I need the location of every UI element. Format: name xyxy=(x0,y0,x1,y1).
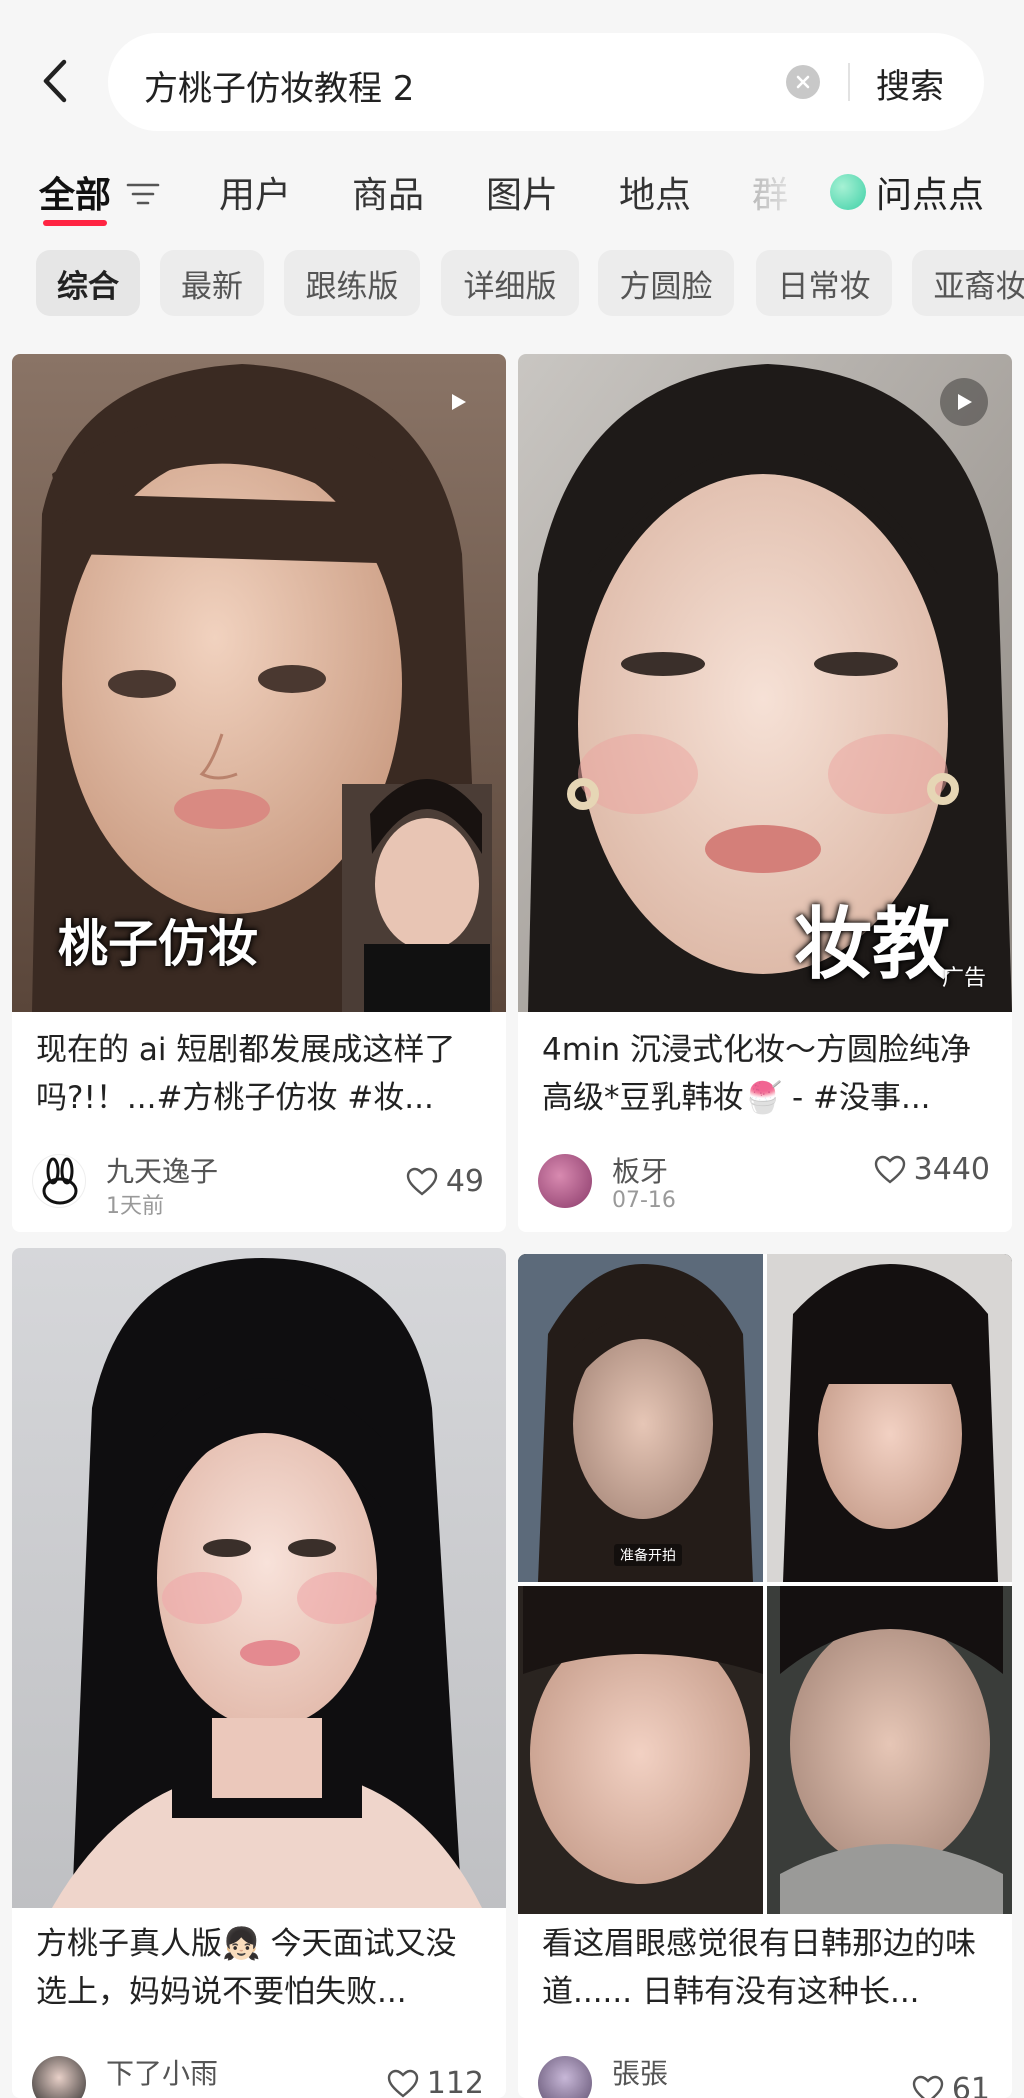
cover-image[interactable] xyxy=(12,1248,506,1908)
like-button[interactable]: 61 xyxy=(912,2072,990,2098)
ask-ai-label: 问点点 xyxy=(876,175,985,216)
tab-images[interactable]: 图片 xyxy=(486,166,558,218)
avatar[interactable] xyxy=(32,2056,86,2098)
author-name[interactable]: 張張 xyxy=(612,2052,668,2092)
filter-chips: 综合 最新 跟练版 详细版 方圆脸 日常妆 亚裔妆 xyxy=(0,250,1024,316)
like-count: 3440 xyxy=(913,1152,990,1187)
note-card[interactable]: 方桃子真人版👧🏻 今天面试又没选上，妈妈说不要怕失败... 下了小雨 112 xyxy=(12,1248,506,2098)
ad-label: 广告 xyxy=(941,966,986,991)
note-title[interactable]: 现在的 ai 短剧都发展成这样了吗?!！...#方桃子仿妆 #妆... xyxy=(36,1026,486,1122)
like-button[interactable]: 3440 xyxy=(874,1152,990,1187)
heart-icon xyxy=(406,1167,438,1196)
cover-caption: 妆教 xyxy=(794,900,951,990)
chevron-left-icon xyxy=(43,59,67,103)
video-subtitle: 准备开拍 xyxy=(614,1544,682,1566)
video-play-icon xyxy=(940,378,988,426)
note-meta: 下了小雨 112 xyxy=(32,2048,486,2098)
tab-fade xyxy=(752,158,812,228)
chip-square-face[interactable]: 方圆脸 xyxy=(598,250,734,316)
video-play-icon xyxy=(434,378,482,426)
category-tabs: 全部 用户 商品 图片 地点 群 问点点 xyxy=(0,158,1024,238)
avatar[interactable] xyxy=(538,2056,592,2098)
cover-caption: 桃子仿妆 xyxy=(58,915,258,973)
author-name[interactable]: 下了小雨 xyxy=(106,2052,218,2092)
heart-icon xyxy=(912,2075,944,2098)
note-card[interactable]: 桃子仿妆 现在的 ai 短剧都发展成这样了吗?!！...#方桃子仿妆 #妆...… xyxy=(12,354,506,1232)
avatar[interactable] xyxy=(538,1154,592,1208)
rabbit-avatar-icon xyxy=(42,1157,78,1205)
note-title[interactable]: 看这眉眼感觉很有日韩那边的味道...... 日韩有没有这种长... xyxy=(542,1920,992,2016)
back-button[interactable] xyxy=(30,50,80,112)
note-card[interactable]: 妆教 广告 4min 沉浸式化妆～方圆脸纯净高级*豆乳韩妆🍧 - #没事... … xyxy=(518,354,1012,1232)
search-query[interactable]: 方桃子仿妆教程 2 xyxy=(144,61,414,110)
note-title[interactable]: 方桃子真人版👧🏻 今天面试又没选上，妈妈说不要怕失败... xyxy=(36,1920,486,2016)
search-button[interactable]: 搜索 xyxy=(876,59,944,108)
heart-icon xyxy=(387,2069,418,2098)
portrait-image xyxy=(12,1248,506,1908)
author-name[interactable]: 板牙 xyxy=(612,1150,668,1190)
like-button[interactable]: 112 xyxy=(387,2066,484,2098)
tab-products[interactable]: 商品 xyxy=(352,166,424,218)
tab-places[interactable]: 地点 xyxy=(619,166,691,218)
post-date: 1天前 xyxy=(106,1194,164,1219)
active-tab-indicator xyxy=(43,220,107,226)
top-bar: 方桃子仿妆教程 2 搜索 xyxy=(0,0,1024,158)
avatar[interactable] xyxy=(32,1154,86,1208)
chip-daily-makeup[interactable]: 日常妆 xyxy=(756,250,892,316)
like-count: 49 xyxy=(445,1164,484,1199)
chip-asian-makeup[interactable]: 亚裔妆 xyxy=(912,250,1024,316)
ai-bubble-icon xyxy=(830,174,866,210)
close-icon xyxy=(796,75,810,89)
chip-follow-along[interactable]: 跟练版 xyxy=(284,250,420,316)
divider xyxy=(848,63,850,101)
heart-icon xyxy=(874,1155,905,1184)
note-meta: 板牙 07-16 3440 xyxy=(538,1146,992,1216)
clear-search-button[interactable] xyxy=(786,65,820,99)
note-title[interactable]: 4min 沉浸式化妆～方圆脸纯净高级*豆乳韩妆🍧 - #没事... xyxy=(542,1026,992,1122)
cover-image[interactable]: 准备开拍 xyxy=(518,1254,1012,1914)
search-input[interactable]: 方桃子仿妆教程 2 搜索 xyxy=(108,33,984,131)
tab-users[interactable]: 用户 xyxy=(219,166,291,218)
like-button[interactable]: 49 xyxy=(406,1164,484,1199)
chip-comprehensive[interactable]: 综合 xyxy=(36,250,140,316)
cover-image[interactable]: 桃子仿妆 xyxy=(12,354,506,1012)
note-meta: 張張 61 xyxy=(538,2048,992,2098)
tab-all[interactable]: 全部 xyxy=(39,166,111,218)
tab-ask-ai[interactable]: 问点点 xyxy=(830,166,984,218)
author-name[interactable]: 九天逸子 xyxy=(106,1150,218,1190)
like-count: 112 xyxy=(426,2066,484,2098)
note-card[interactable]: 准备开拍 看这眉眼感觉很有日韩那边的味道...... 日韩有没有这种长... 張… xyxy=(518,1254,1012,2098)
post-date: 07-16 xyxy=(612,1188,676,1213)
photo-collage-image xyxy=(518,1254,1012,1914)
note-meta: 九天逸子 1天前 49 xyxy=(32,1146,486,1219)
chip-detailed[interactable]: 详细版 xyxy=(441,250,579,316)
like-count: 61 xyxy=(951,2072,990,2098)
chip-latest[interactable]: 最新 xyxy=(160,250,264,316)
cover-image[interactable]: 妆教 广告 xyxy=(518,354,1012,1012)
filter-icon[interactable] xyxy=(126,180,160,208)
